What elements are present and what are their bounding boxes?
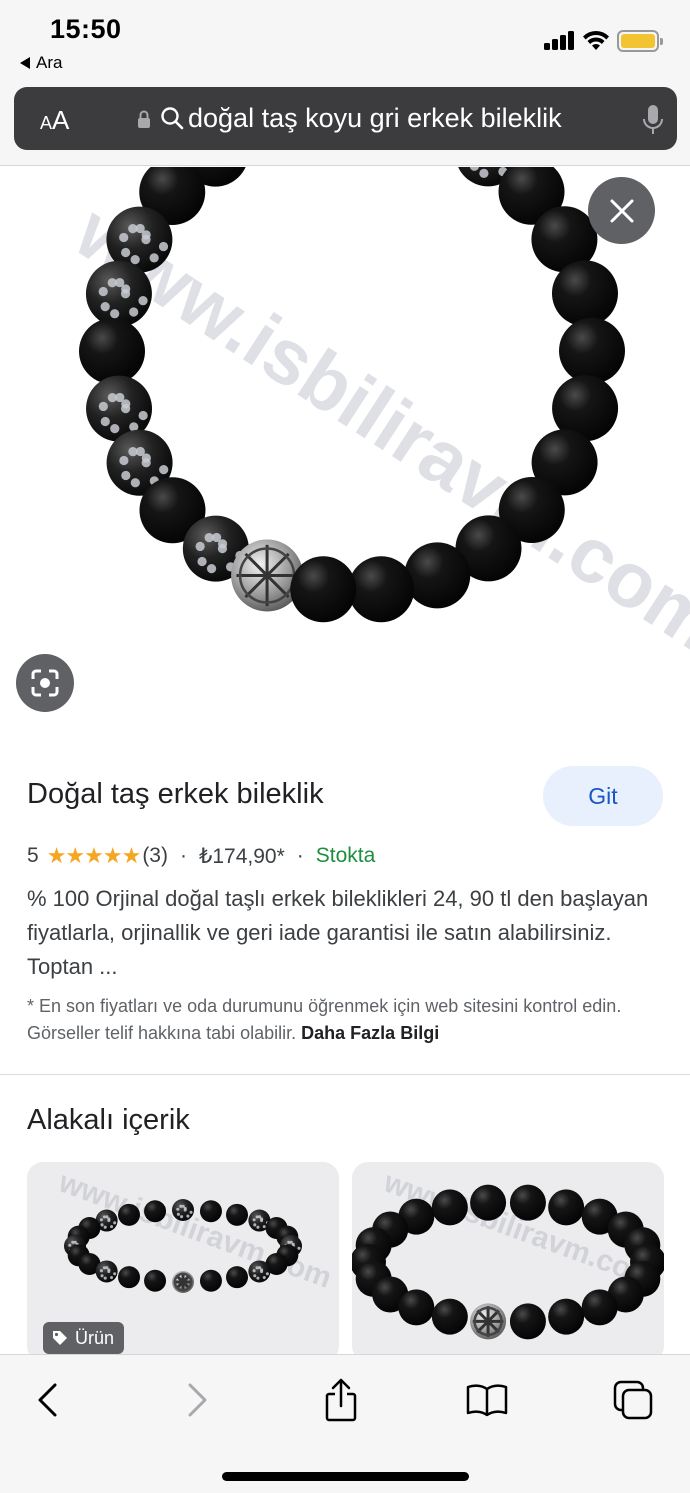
- share-button[interactable]: [318, 1377, 364, 1423]
- related-card[interactable]: www.isbiliravm.com Ürün: [27, 1162, 339, 1362]
- stone-bead: [470, 1184, 507, 1221]
- search-icon: [161, 107, 184, 130]
- review-count: (3): [142, 844, 168, 867]
- stone-bead: [144, 1200, 167, 1223]
- bracelet-image: www.isbiliravm.com: [60, 167, 690, 668]
- related-card[interactable]: www.isbiliravm.com: [352, 1162, 664, 1362]
- section-divider: [0, 1074, 690, 1075]
- stone-bead: [118, 1266, 140, 1289]
- stone-bead: [144, 1269, 167, 1292]
- stone-bead: [348, 556, 415, 623]
- more-info-link[interactable]: Daha Fazla Bilgi: [301, 1023, 439, 1043]
- stone-bead: [431, 1298, 468, 1335]
- forward-icon: [188, 1383, 207, 1417]
- stone-bead: [226, 1203, 248, 1226]
- tabs-icon: [613, 1380, 653, 1420]
- back-triangle-icon: [20, 57, 30, 69]
- stone-bead: [79, 318, 146, 385]
- stone-bead: [226, 1266, 248, 1289]
- stone-bead: [548, 1298, 585, 1335]
- search-query-text[interactable]: doğal taş koyu gri erkek bileklik: [188, 103, 562, 134]
- related-content-title: Alakalı içerik: [27, 1104, 190, 1136]
- address-bar[interactable]: AA doğal taş koyu gri erkek bileklik: [14, 87, 677, 150]
- back-button[interactable]: [25, 1377, 71, 1423]
- stone-bead: [95, 1260, 118, 1283]
- back-app-label: Ara: [36, 53, 63, 72]
- stone-bead: [85, 260, 152, 327]
- back-to-app-button[interactable]: Ara: [20, 53, 62, 73]
- product-description: % 100 Orjinal doğal taşlı erkek bileklik…: [27, 886, 649, 979]
- stone-bead: [431, 1189, 468, 1226]
- stone-bead: [509, 1184, 546, 1221]
- stone-bead: [172, 1199, 194, 1221]
- status-bar: 15:50 Ara: [0, 0, 690, 82]
- rating-value: 5: [27, 844, 39, 867]
- google-lens-button[interactable]: [16, 654, 74, 712]
- product-image-viewer[interactable]: www.isbiliravm.com: [0, 167, 690, 740]
- tabs-button[interactable]: [610, 1377, 656, 1423]
- share-icon: [325, 1378, 357, 1422]
- product-title: Doğal taş erkek bileklik: [27, 778, 324, 810]
- stone-bead: [248, 1260, 271, 1283]
- rating-stars-icon: ★★★★★: [46, 843, 142, 868]
- price-disclaimer: * En son fiyatları ve oda durumunu öğren…: [27, 996, 622, 1043]
- back-icon: [38, 1383, 57, 1417]
- battery-icon: [617, 30, 663, 52]
- stone-bead: [398, 1289, 435, 1326]
- price: ₺174,90*: [198, 844, 285, 868]
- reader-aa-button[interactable]: AA: [40, 105, 69, 136]
- stock-status: Stokta: [315, 844, 376, 867]
- stone-bead: [581, 1289, 618, 1326]
- bookmarks-icon: [466, 1384, 508, 1417]
- related-product-image: www.isbiliravm.com: [352, 1165, 664, 1340]
- stone-bead: [558, 317, 625, 384]
- stone-bead: [199, 1269, 222, 1292]
- status-time: 15:50: [50, 14, 122, 44]
- stone-bead: [199, 1200, 222, 1223]
- stone-bead: [404, 542, 471, 609]
- wifi-icon: [583, 30, 609, 50]
- stone-bead: [509, 1303, 546, 1340]
- browser-toolbar: [0, 1354, 690, 1493]
- battery-fill: [621, 34, 655, 48]
- bookmarks-button[interactable]: [464, 1377, 510, 1423]
- home-indicator: [222, 1472, 469, 1481]
- close-image-button[interactable]: [588, 177, 655, 244]
- product-meta-row: 5 ★★★★★ (3) · ₺174,90* · Stokta: [27, 843, 376, 868]
- visit-button[interactable]: Git: [543, 766, 663, 826]
- stone-bead: [118, 1203, 140, 1226]
- stone-bead: [551, 260, 618, 327]
- stone-bead: [290, 556, 357, 623]
- product-badge: Ürün: [43, 1322, 125, 1354]
- tag-icon: [53, 1331, 67, 1345]
- cellular-signal-icon: [544, 30, 576, 50]
- address-bar-container: AA doğal taş koyu gri erkek bileklik: [0, 82, 690, 166]
- forward-button[interactable]: [174, 1377, 220, 1423]
- microphone-icon[interactable]: [642, 103, 664, 137]
- lens-icon: [31, 669, 59, 697]
- stone-bead: [548, 1189, 585, 1226]
- close-icon: [610, 199, 633, 222]
- lock-icon: [138, 110, 150, 128]
